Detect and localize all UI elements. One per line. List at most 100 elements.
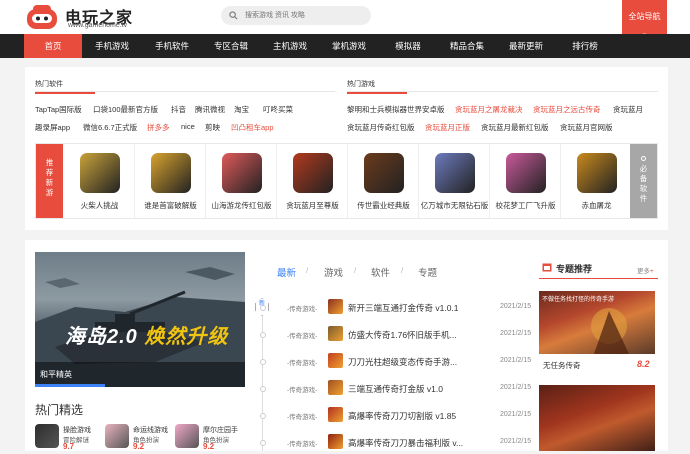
site-nav-button[interactable]: 全站导航: [622, 0, 667, 38]
news-title[interactable]: 高爆率传奇刀刀暴击福利版 v...: [348, 437, 463, 449]
site-logo[interactable]: 电玩之家 www.gamehome.tv: [25, 3, 140, 31]
news-icon: [328, 326, 343, 341]
news-date: 2021/2/15: [500, 411, 532, 418]
news-icon: [328, 407, 343, 422]
hot-software-link[interactable]: 口袋100最新官方版: [93, 104, 158, 115]
news-row[interactable]: -传奇游戏- 高爆率传奇刀刀切割版 v1.85 2021/2/15: [260, 405, 555, 427]
news-title[interactable]: 刀刀光柱超级变态传奇手游...: [348, 356, 457, 368]
hot-panel: 热门软件 热门游戏 TapTap国际版 口袋100最新官方版 抖音 腾讯微视 淘宝 叮咚买…: [25, 67, 668, 230]
news-icon: [328, 434, 343, 449]
nav-rankings[interactable]: 排行榜: [555, 34, 615, 58]
nav-collections[interactable]: 专区合辑: [201, 34, 261, 58]
app-card[interactable]: 谁是首富破解版: [135, 144, 206, 218]
news-date: 2021/2/15: [500, 303, 532, 310]
search-box[interactable]: [221, 6, 371, 25]
hot-pick-item[interactable]: 摩尔庄园手 角色扮演 9.2: [175, 424, 245, 452]
app-name: 传世霸业经典版: [357, 201, 410, 210]
app-card[interactable]: 山海游龙传红包版: [206, 144, 277, 218]
hot-pick-item[interactable]: 命运线游戏 角色扮演 9.2: [105, 424, 175, 452]
app-name: 校花梦工厂飞升版: [495, 201, 556, 210]
hot-game-link[interactable]: 贪玩蓝月: [613, 104, 643, 115]
hot-software-link[interactable]: nice: [181, 122, 195, 131]
tab-software[interactable]: 软件: [371, 265, 390, 279]
hot-software-link[interactable]: 淘宝: [234, 104, 249, 115]
hot-game-link[interactable]: 贪玩蓝月最新红包版: [481, 122, 549, 133]
tab-topics[interactable]: 专题: [418, 265, 437, 279]
hot-software-link[interactable]: 抖音: [171, 104, 186, 115]
app-icon: [506, 153, 546, 193]
essential-software-label[interactable]: 必备软件: [630, 144, 657, 218]
carousel-progress: [35, 384, 105, 387]
news-title[interactable]: 高爆率传奇刀刀切割版 v1.85: [348, 410, 456, 422]
hot-software-link[interactable]: 剪映: [205, 122, 220, 133]
nav-handheld-games[interactable]: 掌机游戏: [319, 34, 379, 58]
hot-software-link[interactable]: 趣录屏app: [35, 122, 70, 133]
hot-game-link[interactable]: 贪玩蓝月之远古传奇: [533, 104, 601, 115]
news-title[interactable]: 仿盛大传奇1.76怀旧版手机...: [348, 329, 457, 341]
search-icon: [229, 11, 238, 20]
news-row[interactable]: -传奇游戏- 仿盛大传奇1.76怀旧版手机... 2021/2/15: [260, 324, 555, 346]
nav-latest[interactable]: 最新更新: [496, 34, 556, 58]
hero-banner[interactable]: 海岛2.0 焕然升级 和平精英: [35, 252, 245, 387]
topic-title: 专题推荐: [556, 264, 593, 274]
topic-card[interactable]: 不做任务找打怪的传奇手游: [539, 291, 655, 354]
hot-software-link[interactable]: TapTap国际版: [35, 104, 82, 115]
hot-software-link[interactable]: 叮咚买菜: [263, 104, 293, 115]
tab-separator: /: [354, 266, 357, 275]
app-card[interactable]: 校花梦工厂飞升版: [490, 144, 561, 218]
hot-software-link[interactable]: 微信6.6.7正式版: [83, 122, 137, 133]
topic-name[interactable]: 无任务传奇: [543, 360, 581, 371]
hot-software-link[interactable]: 凹凸租车app: [231, 122, 274, 133]
news-row[interactable]: -传奇游戏- 刀刀光柱超级变态传奇手游... 2021/2/15: [260, 351, 555, 373]
app-name: 山海游龙传红包版: [211, 201, 272, 210]
nav-featured[interactable]: 精品合集: [437, 34, 497, 58]
news-category[interactable]: -传奇游戏-: [287, 411, 317, 421]
hot-game-link[interactable]: 贪玩蓝月正版: [425, 122, 470, 133]
topic-card-2[interactable]: [539, 385, 655, 451]
nav-mobile-games[interactable]: 手机游戏: [82, 34, 142, 58]
hot-game-link[interactable]: 贪玩蓝月官网版: [560, 122, 613, 133]
app-card[interactable]: 火柴人挑战: [64, 144, 135, 218]
hot-software-link[interactable]: 腾讯微视: [195, 104, 225, 115]
recommended-new-games-label[interactable]: 推荐新游: [36, 144, 63, 218]
news-category[interactable]: -传奇游戏-: [287, 303, 317, 313]
news-category[interactable]: -传奇游戏-: [287, 384, 317, 394]
tab-games[interactable]: 游戏: [324, 265, 343, 279]
news-date: 2021/2/15: [500, 357, 532, 364]
hot-software-link[interactable]: 拼多多: [147, 122, 170, 133]
app-icon: [364, 153, 404, 193]
news-category[interactable]: -传奇游戏-: [287, 330, 317, 340]
timeline-dot: [260, 413, 266, 419]
hot-game-link[interactable]: 贪玩蓝月传奇红包版: [347, 122, 415, 133]
news-category[interactable]: -传奇游戏-: [287, 357, 317, 367]
news-date: 2021/2/15: [500, 438, 532, 445]
nav-emulators[interactable]: 模拟器: [378, 34, 438, 58]
news-row[interactable]: -传奇游戏- 三端互通传奇打金版 v1.0 2021/2/15: [260, 378, 555, 400]
hot-game-link[interactable]: 贪玩蓝月之屠龙裁决: [455, 104, 523, 115]
strip-left-text: 推荐新游: [45, 158, 54, 197]
search-input[interactable]: [245, 8, 365, 23]
app-card[interactable]: 亿万城市无限钻石版: [419, 144, 490, 218]
news-title[interactable]: 新开三端互通打金传奇 v1.0.1: [348, 302, 459, 314]
main-nav: 首页 手机游戏 手机软件 专区合辑 主机游戏 掌机游戏 模拟器 精品合集 最新更…: [0, 34, 690, 58]
topic-divider: [539, 278, 658, 279]
app-card[interactable]: 传世霸业经典版: [348, 144, 419, 218]
news-row[interactable]: -传奇游戏- 新开三端互通打金传奇 v1.0.1 2021/2/15: [260, 297, 555, 319]
nav-mobile-software[interactable]: 手机软件: [142, 34, 202, 58]
hero-title-a: 海岛2.0: [65, 326, 138, 348]
app-card[interactable]: 贪玩蓝月至尊版: [277, 144, 348, 218]
nav-console-games[interactable]: 主机游戏: [260, 34, 320, 58]
news-title[interactable]: 三端互通传奇打金版 v1.0: [348, 383, 443, 395]
app-icon: [80, 153, 120, 193]
nav-home[interactable]: 首页: [24, 34, 82, 58]
timeline-dot: [260, 440, 266, 446]
hot-picks-title: 热门精选: [35, 403, 84, 417]
news-category[interactable]: -传奇游戏-: [287, 438, 317, 448]
topic-more-link[interactable]: 更多+: [637, 265, 654, 275]
app-card[interactable]: 赤血屠龙: [561, 144, 632, 218]
hot-pick-item[interactable]: 操脸游戏 冒险解谜 9.7: [35, 424, 105, 452]
timeline-dot: [260, 386, 266, 392]
tab-latest[interactable]: 最新: [277, 265, 296, 279]
game-icon: [35, 424, 59, 448]
hot-game-link[interactable]: 黎明和士兵模拟器世界安卓版: [347, 104, 445, 115]
